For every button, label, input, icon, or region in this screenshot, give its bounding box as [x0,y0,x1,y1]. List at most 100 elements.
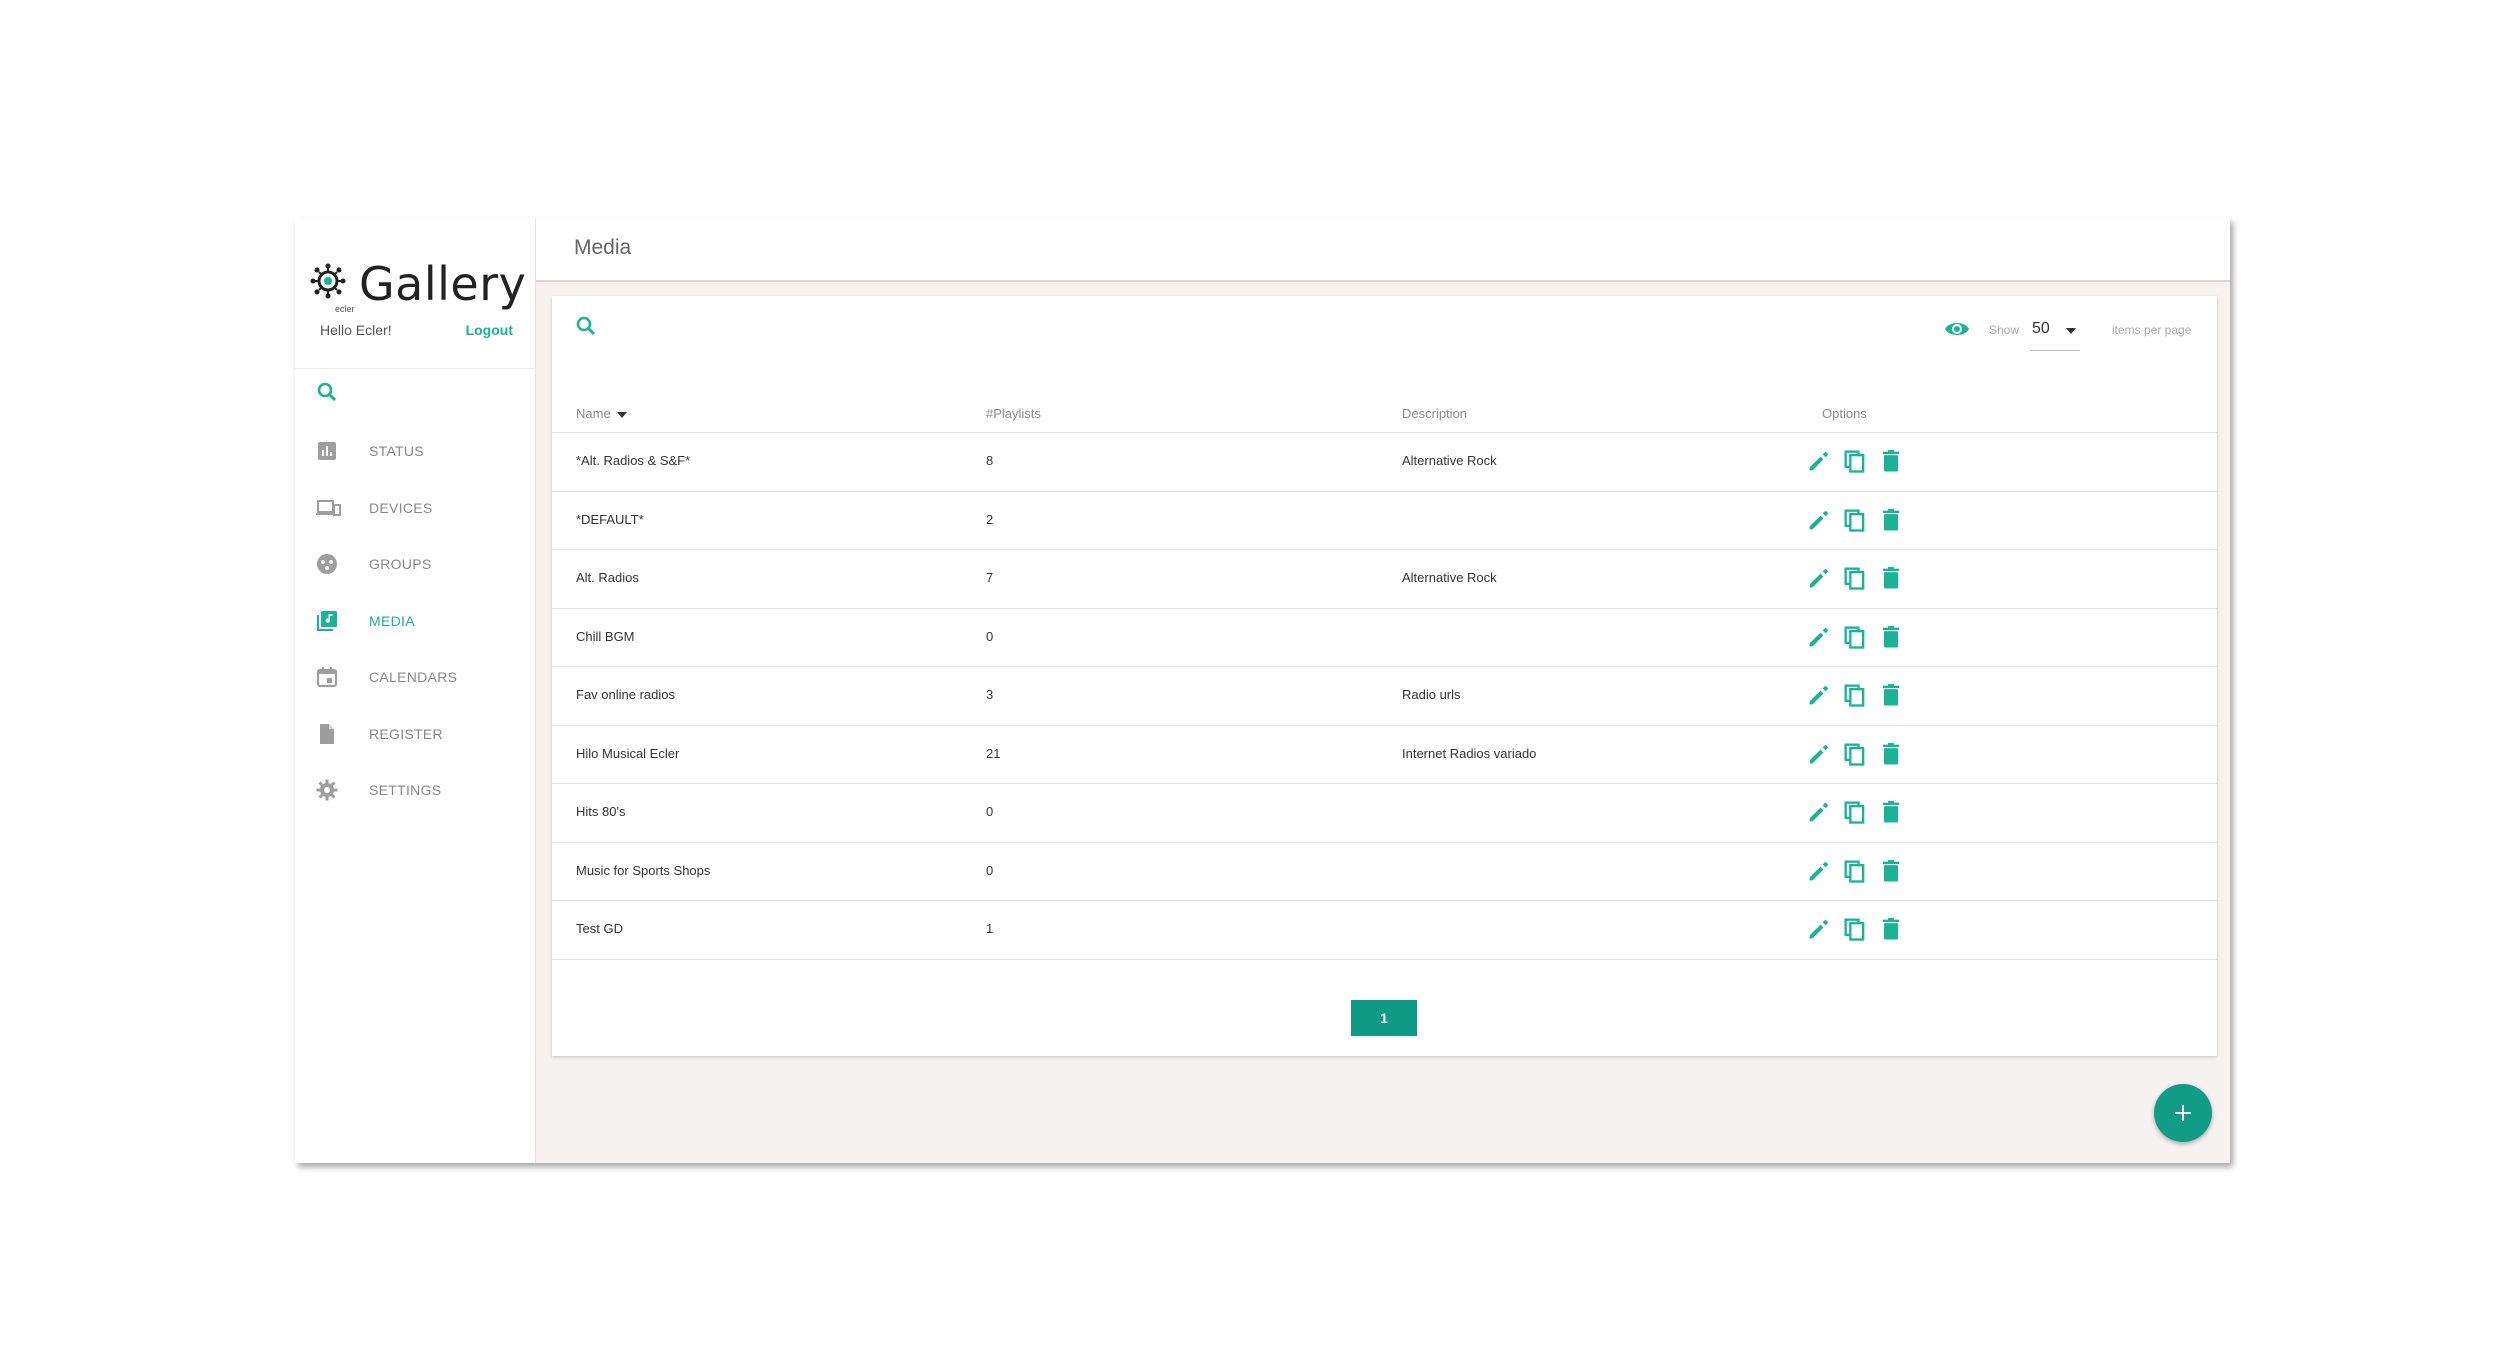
delete-icon[interactable] [1877,857,1905,885]
table-row[interactable]: *Alt. Radios & S&F* 8 Alternative Rock [552,433,2217,492]
sidebar-search-icon[interactable] [315,380,355,420]
gear-icon [315,778,339,802]
copy-icon[interactable] [1841,506,1869,534]
media-name: Hits 80's [576,804,626,819]
edit-icon[interactable] [1805,915,1833,943]
delete-icon[interactable] [1877,915,1905,943]
copy-icon[interactable] [1841,681,1869,709]
table-row[interactable]: Alt. Radios 7 Alternative Rock [552,550,2217,609]
media-description: Alternative Rock [1402,453,1497,468]
eye-icon[interactable] [1944,318,1970,340]
delete-icon[interactable] [1877,506,1905,534]
sidebar-item-status[interactable]: STATUS [295,423,535,480]
row-options [1805,798,1915,828]
column-header-description: Description [1402,406,1468,421]
column-header-name[interactable]: Name [576,406,627,421]
table-row[interactable]: Fav online radios 3 Radio urls [552,667,2217,726]
sidebar: Gallery ecler Hello Ecler! Logout STATUS… [295,218,536,1163]
sidebar-nav: STATUS DEVICES GROUPS MEDIA CALENDARS RE… [295,423,535,819]
media-library-icon [315,609,339,633]
devices-icon [315,496,341,520]
row-options [1805,915,1915,945]
edit-icon[interactable] [1805,506,1833,534]
copy-icon[interactable] [1841,564,1869,592]
logout-link[interactable]: Logout [466,322,513,338]
add-media-button[interactable] [2154,1084,2212,1142]
search-icon[interactable] [574,314,604,344]
delete-icon[interactable] [1877,447,1905,475]
sidebar-item-calendars[interactable]: CALENDARS [295,649,535,706]
row-options [1805,740,1915,770]
edit-icon[interactable] [1805,857,1833,885]
edit-icon[interactable] [1805,798,1833,826]
sidebar-item-label: STATUS [369,443,424,460]
playlist-count: 2 [986,511,994,527]
copy-icon[interactable] [1841,623,1869,651]
sidebar-item-label: CALENDARS [369,669,458,686]
delete-icon[interactable] [1877,740,1905,768]
copy-icon[interactable] [1841,740,1869,768]
media-name: Test GD [576,921,623,936]
bar-chart-icon [315,439,339,463]
page-button-1[interactable]: 1 [1351,1000,1417,1036]
playlist-count: 21 [986,745,1001,761]
sidebar-item-settings[interactable]: SETTINGS [295,762,535,819]
chevron-down-icon [2066,328,2076,334]
row-options [1805,447,1915,477]
items-per-page-select[interactable]: 50 [2030,312,2080,351]
sidebar-item-label: REGISTER [369,725,443,742]
media-table-body: *Alt. Radios & S&F* 8 Alternative Rock *DEF… [552,433,2217,960]
logo-wordmark: Gallery [359,257,527,311]
plus-icon [2175,1105,2191,1121]
logo-emblem-icon [310,263,346,299]
edit-icon[interactable] [1805,564,1833,592]
edit-icon[interactable] [1805,681,1833,709]
row-options [1805,681,1915,711]
sidebar-item-label: MEDIA [369,612,415,629]
media-description: Alternative Rock [1402,570,1497,585]
delete-icon[interactable] [1877,681,1905,709]
edit-icon[interactable] [1805,447,1833,475]
media-list-card: Show 50 items per page Name #Playlists D… [552,296,2217,1056]
row-options [1805,506,1915,536]
table-header: Name #Playlists Description Options [552,396,2217,433]
show-label: Show [1989,323,2020,337]
delete-icon[interactable] [1877,798,1905,826]
row-options [1805,857,1915,887]
table-row[interactable]: Hits 80's 0 [552,784,2217,843]
document-icon [315,722,339,746]
app-window: Gallery ecler Hello Ecler! Logout STATUS… [295,218,2230,1163]
playlist-count: 8 [986,453,994,468]
sidebar-divider [295,368,535,369]
top-bar: Media [536,218,2230,282]
playlist-count: 0 [986,862,994,878]
edit-icon[interactable] [1805,623,1833,651]
table-row[interactable]: Chill BGM 0 [552,609,2217,667]
items-per-page-label: items per page [2112,323,2192,337]
gallery-logo: Gallery ecler [307,256,527,314]
playlist-count: 0 [986,804,994,819]
media-description: Radio urls [1402,687,1461,702]
table-row[interactable]: Test GD 1 [552,901,2217,960]
table-row[interactable]: *DEFAULT* 2 [552,492,2217,550]
media-name: Chill BGM [576,628,635,644]
sidebar-item-media[interactable]: MEDIA [295,593,535,650]
sidebar-item-groups[interactable]: GROUPS [295,536,535,593]
delete-icon[interactable] [1877,564,1905,592]
copy-icon[interactable] [1841,857,1869,885]
copy-icon[interactable] [1841,447,1869,475]
sidebar-item-register[interactable]: REGISTER [295,706,535,763]
media-description: Internet Radios variado [1402,745,1537,761]
copy-icon[interactable] [1841,798,1869,826]
page-title: Media [574,236,632,259]
playlist-count: 1 [986,921,994,936]
sidebar-item-devices[interactable]: DEVICES [295,480,535,537]
row-options [1805,623,1915,653]
sort-desc-icon [616,411,627,418]
copy-icon[interactable] [1841,915,1869,943]
table-row[interactable]: Music for Sports Shops 0 [552,843,2217,901]
edit-icon[interactable] [1805,740,1833,768]
table-row[interactable]: Hilo Musical Ecler 21 Internet Radios vari… [552,726,2217,784]
delete-icon[interactable] [1877,623,1905,651]
column-header-label: Name [576,406,611,421]
